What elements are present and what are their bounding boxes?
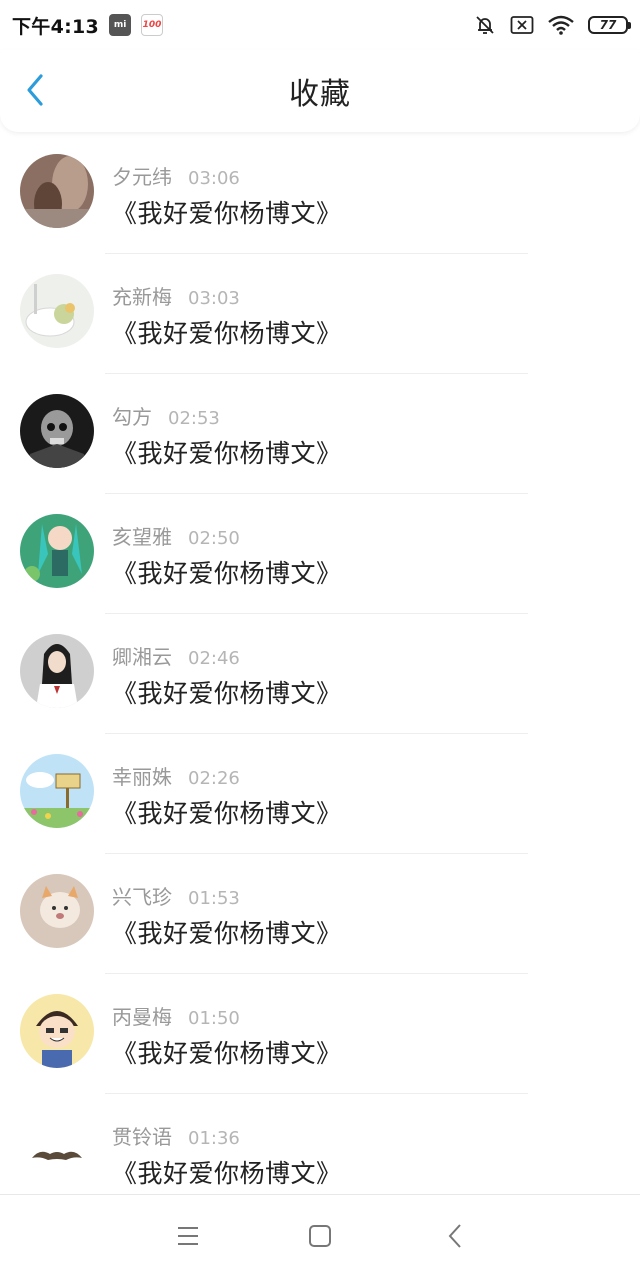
list-item[interactable]: 夕元纬 03:06 《我好爱你杨博文》 bbox=[0, 134, 640, 254]
item-meta: 贯铃语 01:36 bbox=[112, 1121, 240, 1150]
avatar[interactable] bbox=[20, 994, 94, 1068]
triangle-left-icon bbox=[447, 1223, 463, 1253]
author-name[interactable]: 卿湘云 bbox=[112, 641, 172, 670]
hundred-app-icon: 100 bbox=[141, 14, 164, 36]
item-content[interactable]: 《我好爱你杨博文》 bbox=[112, 1034, 342, 1070]
item-content[interactable]: 《我好爱你杨博文》 bbox=[112, 794, 342, 830]
item-time: 02:50 bbox=[188, 528, 240, 549]
author-name[interactable]: 幸丽姝 bbox=[112, 761, 172, 790]
author-name[interactable]: 充新梅 bbox=[112, 281, 172, 310]
item-meta: 夕元纬 03:06 bbox=[112, 161, 240, 190]
author-name[interactable]: 兴飞珍 bbox=[112, 881, 172, 910]
avatar[interactable] bbox=[20, 274, 94, 348]
item-content[interactable]: 《我好爱你杨博文》 bbox=[112, 914, 342, 950]
status-bar: 下午4:13 mi 100 77 bbox=[0, 0, 640, 50]
author-name[interactable]: 勾方 bbox=[112, 401, 152, 430]
favorites-list: 夕元纬 03:06 《我好爱你杨博文》 充新梅 03:03 《我好爱你杨博文》 … bbox=[0, 134, 640, 1214]
bell-off-icon bbox=[474, 14, 496, 36]
wifi-icon bbox=[548, 15, 574, 35]
item-time: 01:36 bbox=[188, 1128, 240, 1149]
back-button[interactable] bbox=[20, 74, 50, 110]
system-nav-bar bbox=[0, 1194, 640, 1280]
status-indicators: 77 bbox=[474, 14, 631, 36]
item-content[interactable]: 《我好爱你杨博文》 bbox=[112, 554, 342, 590]
list-item[interactable]: 丙曼梅 01:50 《我好爱你杨博文》 bbox=[0, 974, 640, 1094]
battery-indicator: 77 bbox=[588, 16, 631, 34]
author-name[interactable]: 丙曼梅 bbox=[112, 1001, 172, 1030]
item-content[interactable]: 《我好爱你杨博文》 bbox=[112, 194, 342, 230]
item-content[interactable]: 《我好爱你杨博文》 bbox=[112, 1154, 342, 1190]
menu-icon bbox=[176, 1225, 200, 1251]
avatar[interactable] bbox=[20, 154, 94, 228]
status-time: 下午4:13 bbox=[12, 15, 100, 38]
item-meta: 充新梅 03:03 bbox=[112, 281, 240, 310]
item-content[interactable]: 《我好爱你杨博文》 bbox=[112, 674, 342, 710]
item-time: 01:50 bbox=[188, 1008, 240, 1029]
item-time: 03:06 bbox=[188, 168, 240, 189]
item-meta: 亥望雅 02:50 bbox=[112, 521, 240, 550]
item-meta: 勾方 02:53 bbox=[112, 401, 220, 430]
list-item[interactable]: 充新梅 03:03 《我好爱你杨博文》 bbox=[0, 254, 640, 374]
item-time: 01:53 bbox=[188, 888, 240, 909]
avatar[interactable] bbox=[20, 514, 94, 588]
avatar[interactable] bbox=[20, 754, 94, 828]
item-content[interactable]: 《我好爱你杨博文》 bbox=[112, 314, 342, 350]
list-item[interactable]: 勾方 02:53 《我好爱你杨博文》 bbox=[0, 374, 640, 494]
no-sim-icon bbox=[510, 15, 534, 35]
item-meta: 幸丽姝 02:26 bbox=[112, 761, 240, 790]
item-time: 02:46 bbox=[188, 648, 240, 669]
item-content[interactable]: 《我好爱你杨博文》 bbox=[112, 434, 342, 470]
home-button[interactable] bbox=[305, 1223, 335, 1253]
list-item[interactable]: 卿湘云 02:46 《我好爱你杨博文》 bbox=[0, 614, 640, 734]
page-title: 收藏 bbox=[289, 77, 351, 112]
item-time: 02:53 bbox=[168, 408, 220, 429]
item-meta: 兴飞珍 01:53 bbox=[112, 881, 240, 910]
list-item[interactable]: 兴飞珍 01:53 《我好爱你杨博文》 bbox=[0, 854, 640, 974]
menu-button[interactable] bbox=[173, 1223, 203, 1253]
author-name[interactable]: 亥望雅 bbox=[112, 521, 172, 550]
nav-back-button[interactable] bbox=[440, 1223, 470, 1253]
author-name[interactable]: 贯铃语 bbox=[112, 1121, 172, 1150]
list-item[interactable]: 亥望雅 02:50 《我好爱你杨博文》 bbox=[0, 494, 640, 614]
item-time: 03:03 bbox=[188, 288, 240, 309]
avatar[interactable] bbox=[20, 1114, 94, 1188]
item-time: 02:26 bbox=[188, 768, 240, 789]
list-item[interactable]: 幸丽姝 02:26 《我好爱你杨博文》 bbox=[0, 734, 640, 854]
square-icon bbox=[308, 1224, 332, 1252]
mi-app-icon: mi bbox=[109, 14, 132, 36]
author-name[interactable]: 夕元纬 bbox=[112, 161, 172, 190]
avatar[interactable] bbox=[20, 394, 94, 468]
chevron-left-icon bbox=[25, 73, 45, 111]
item-meta: 丙曼梅 01:50 bbox=[112, 1001, 240, 1030]
avatar[interactable] bbox=[20, 874, 94, 948]
app-header: 收藏 bbox=[0, 50, 640, 132]
item-meta: 卿湘云 02:46 bbox=[112, 641, 240, 670]
avatar[interactable] bbox=[20, 634, 94, 708]
